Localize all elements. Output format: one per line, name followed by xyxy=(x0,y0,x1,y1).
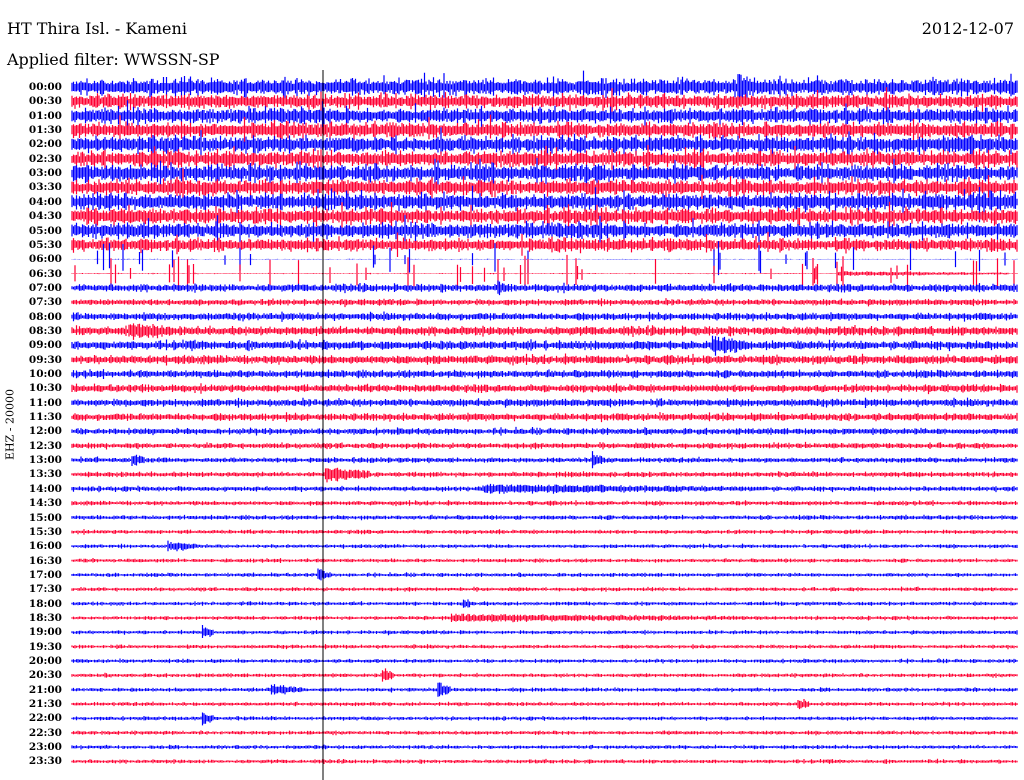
seismogram-plot xyxy=(71,70,1018,780)
trace-1130 xyxy=(71,412,1018,423)
trace-2130 xyxy=(71,699,1018,710)
trace-0730 xyxy=(71,298,1018,308)
trace-2200 xyxy=(71,712,1018,726)
trace-1300 xyxy=(71,451,1018,469)
trace-1630 xyxy=(71,558,1018,563)
trace-1100 xyxy=(71,397,1018,408)
trace-1330 xyxy=(71,467,1018,483)
trace-1730 xyxy=(71,586,1018,592)
trace-1530 xyxy=(71,529,1018,535)
trace-1800 xyxy=(71,599,1018,608)
trace-1900 xyxy=(71,625,1018,638)
trace-2100 xyxy=(71,682,1018,697)
trace-1230 xyxy=(71,441,1018,450)
trace-0830 xyxy=(71,323,1018,340)
trace-0630 xyxy=(71,254,1018,290)
trace-0100 xyxy=(71,100,1018,130)
trace-1930 xyxy=(71,644,1018,650)
trace-1600 xyxy=(71,540,1018,552)
trace-1430 xyxy=(71,500,1018,507)
trace-2030 xyxy=(71,668,1018,682)
trace-1830 xyxy=(71,613,1018,623)
trace-1000 xyxy=(71,369,1018,379)
trace-2300 xyxy=(71,744,1018,750)
trace-1200 xyxy=(71,426,1018,436)
trace-0930 xyxy=(71,353,1018,366)
trace-0700 xyxy=(71,280,1018,296)
trace-1500 xyxy=(71,514,1018,521)
trace-1700 xyxy=(71,568,1018,581)
trace-0900 xyxy=(71,335,1018,356)
trace-2230 xyxy=(71,730,1018,736)
trace-2000 xyxy=(71,658,1018,664)
trace-0530 xyxy=(71,232,1018,257)
trace-1400 xyxy=(71,483,1018,494)
trace-1030 xyxy=(71,383,1018,395)
trace-2330 xyxy=(71,758,1018,764)
trace-0800 xyxy=(71,311,1018,322)
